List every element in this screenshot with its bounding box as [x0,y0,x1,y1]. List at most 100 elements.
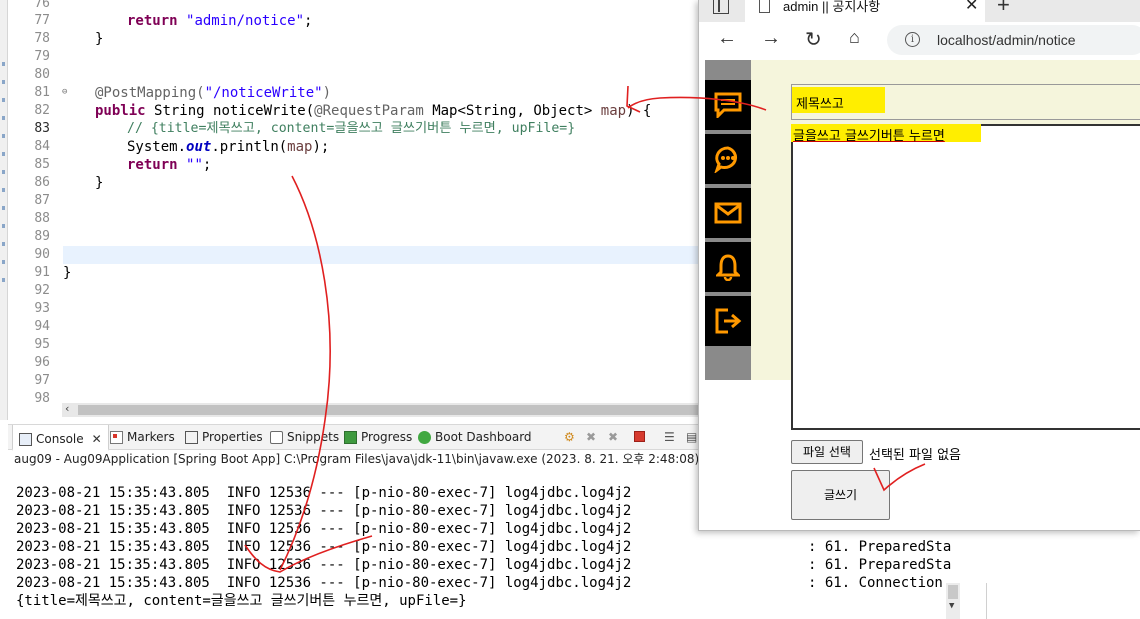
page-icon [759,0,770,13]
tab-boot-dashboard[interactable]: Boot Dashboard [418,430,532,444]
log-line-tail: : 61. PreparedSta [808,539,952,555]
line-number: 96 [34,355,50,370]
file-status-text: 선택된 파일 없음 [869,448,961,463]
sidebar-item-chat[interactable] [705,134,751,184]
tab-markers[interactable]: Markers [110,430,175,444]
line-number: 80 [34,67,50,82]
message-icon [714,92,742,118]
scrollbar-thumb[interactable] [78,405,698,415]
tab-snippets[interactable]: Snippets [270,430,339,444]
line-number: 77 [34,13,50,28]
sidebar-item-mail[interactable] [705,188,751,238]
editor-horizontal-scrollbar[interactable]: ‹ [62,402,698,417]
code-line-81: @PostMapping("/noticeWrite") [95,85,332,101]
content-textarea[interactable] [791,124,1140,430]
url-text: localhost/admin/notice [937,32,1076,48]
left-sidebar [705,60,751,380]
bell-icon [716,254,740,281]
line-number: 84 [34,139,50,154]
log-line: 2023-08-21 15:35:43.805 INFO 12536 --- [… [16,485,632,501]
line-number: 86 [34,175,50,190]
clear-console-icon[interactable]: ☰ [664,430,675,444]
code-line-85: return ""; [127,157,212,173]
properties-icon [185,430,198,444]
line-number: 85 [34,157,50,172]
boot-dashboard-icon [418,430,431,444]
scrollbar-thumb[interactable] [948,585,958,599]
site-info-icon[interactable]: i [905,32,920,47]
console-vertical-scrollbar[interactable]: ▼ [946,583,960,619]
line-number-gutter: 76 77 78 79 80 81 82 83 84 85 86 87 88 8… [10,0,67,406]
sidebar-item-notifications[interactable] [705,242,751,292]
title-input[interactable]: 제목쓰고 [791,84,1140,120]
new-tab-icon[interactable]: + [997,0,1010,18]
tab-properties[interactable]: Properties [185,430,263,444]
code-line-78: } [95,31,104,47]
scroll-down-icon[interactable]: ▼ [949,601,954,611]
line-number: 98 [34,391,50,406]
code-editor[interactable]: 76 77 78 79 80 81 82 83 84 85 86 87 88 8… [0,0,700,420]
snippets-icon [270,430,283,444]
log-line: 2023-08-21 15:35:43.805 INFO 12536 --- [… [16,521,632,537]
line-number: 93 [34,301,50,316]
code-line-91: } [63,265,72,281]
console-icon [19,432,32,446]
line-number: 92 [34,283,50,298]
line-number: 95 [34,337,50,352]
scroll-left-icon[interactable]: ‹ [64,402,71,415]
reload-icon[interactable]: ↻ [805,27,822,52]
scroll-lock-icon[interactable]: ▤ [686,430,697,444]
log-line: 2023-08-21 15:35:43.805 INFO 12536 --- [… [16,557,632,573]
code-line-77: return "admin/notice"; [127,13,313,29]
sidebar-item-message[interactable] [705,80,751,130]
remove-launch-icon[interactable]: ✖ [586,430,596,444]
content-textarea-value: 글을쓰고 글쓰기버튼 누르면 [793,129,945,144]
console-launch-description: aug09 - Aug09Application [Spring Boot Ap… [14,452,731,466]
line-number: 91 [34,265,50,280]
code-line-86: } [95,175,104,191]
disconnect-icon[interactable]: ⚙ [564,430,575,444]
fold-toggle-icon[interactable]: ⊖ [62,87,67,97]
code-line-84: System.out.println(map); [127,139,330,155]
browser-nav-bar: ← → ↻ ⌂ i localhost/admin/notice [699,22,1140,60]
console-output-line: {title=제목쓰고, content=글을쓰고 글쓰기버튼 누르면, upF… [16,593,467,609]
back-icon[interactable]: ← [717,27,737,50]
current-line-highlight [63,246,700,264]
address-bar[interactable]: i localhost/admin/notice [887,25,1140,55]
tab-actions-icon[interactable] [713,0,729,14]
divider [986,583,987,619]
log-line-tail: : 61. PreparedSta [808,557,952,573]
remove-all-icon[interactable]: ✖ [608,430,618,444]
log-line: 2023-08-21 15:35:43.805 INFO 12536 --- [… [16,539,632,555]
file-select-button[interactable]: 파일 선택 [791,440,863,464]
tab-progress[interactable]: Progress [344,430,412,444]
code-line-82: public String noticeWrite(@RequestParam … [95,103,652,119]
editor-overview-strip [0,0,8,420]
close-icon[interactable]: ✕ [92,432,102,446]
browser-window: admin || 공지사항 ✕ + ← → ↻ ⌂ i localhost/ad… [698,0,1140,531]
sidebar-item-logout[interactable] [705,296,751,346]
line-number: 78 [34,31,50,46]
close-tab-icon[interactable]: ✕ [965,0,978,15]
line-number: 89 [34,229,50,244]
line-number: 94 [34,319,50,334]
line-number: 88 [34,211,50,226]
code-line-83-comment: // {title=제목쓰고, content=글을쓰고 글쓰기버튼 누르면, … [127,121,576,136]
tab-console[interactable]: Console ✕ [12,425,109,451]
terminate-icon[interactable] [634,431,645,442]
page-content: 제목쓰고 글을쓰고 글쓰기버튼 누르면 파일 선택 선택된 파일 없음 글쓰기 [699,60,1140,530]
chat-icon [714,146,738,173]
log-line-tail: : 61. Connection. [808,575,952,591]
write-submit-button[interactable]: 글쓰기 [791,470,890,520]
logout-icon [715,308,742,334]
browser-tab[interactable]: admin || 공지사항 ✕ [745,0,985,22]
mail-icon [714,202,742,224]
home-icon[interactable]: ⌂ [849,27,860,48]
markers-icon [110,430,123,444]
line-number: 82 [34,103,50,118]
console-tab-bar: Console ✕ Markers Properties Snippets Pr… [8,424,700,451]
log-line: 2023-08-21 15:35:43.805 INFO 12536 --- [… [16,503,632,519]
progress-icon [344,430,357,444]
line-number: 79 [34,49,50,64]
forward-icon[interactable]: → [761,27,781,50]
